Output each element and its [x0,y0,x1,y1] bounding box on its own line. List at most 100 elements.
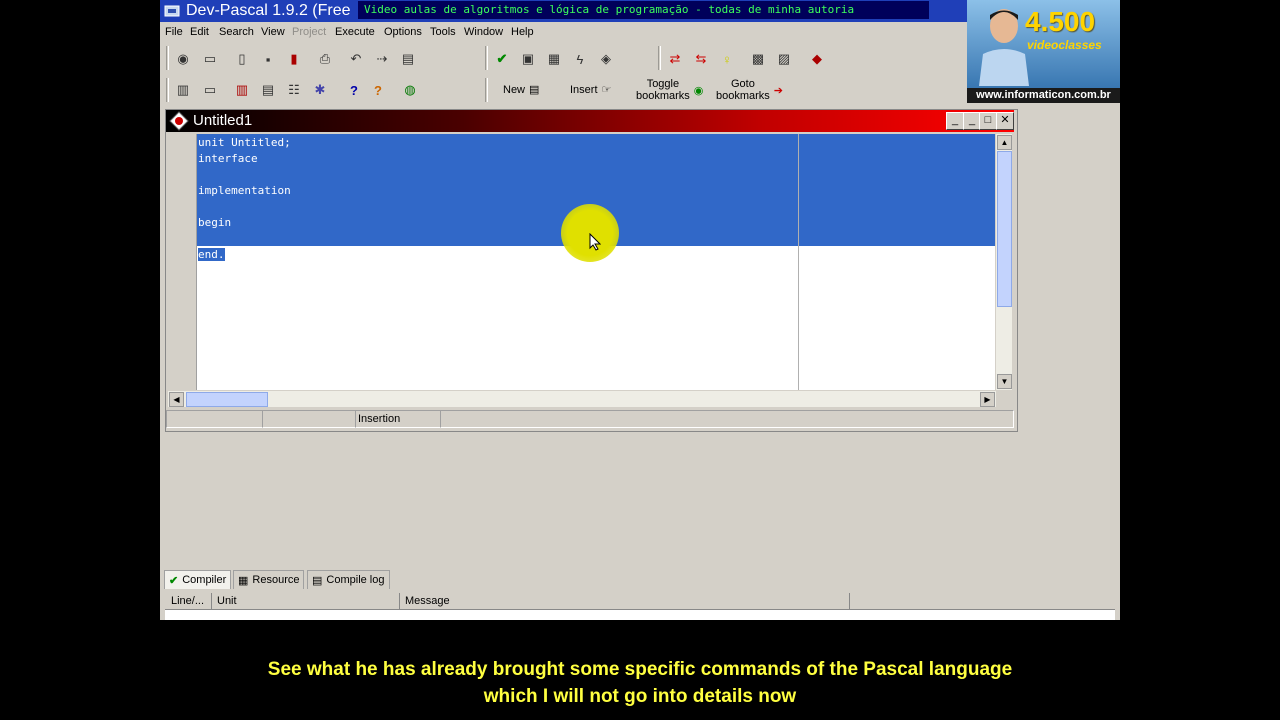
close-button[interactable]: ✕ [996,112,1014,130]
log-icon: ▤ [312,574,323,587]
scroll-up-icon[interactable]: ▲ [997,135,1012,150]
editor-titlebar[interactable] [166,110,1014,132]
column-message[interactable]: Message [400,593,850,609]
tab-resource-label: Resource [252,574,300,586]
vertical-scroll-thumb[interactable] [997,151,1012,307]
insert-button-label: Insert [570,83,598,96]
scroll-left-icon[interactable]: ◀ [169,392,184,407]
insert-button[interactable]: Insert ☞ [570,83,612,97]
tab-resource[interactable]: ▦ Resource [233,570,305,589]
toggle-bookmarks-label-2: bookmarks [636,90,690,102]
maximize-button[interactable]: □ [979,112,997,130]
tab-compile-log[interactable]: ▤ Compile log [307,570,390,589]
rebuild-icon[interactable]: ϟ [569,48,591,70]
scroll-right-icon[interactable]: ▶ [980,392,995,407]
add-to-project-icon[interactable]: ⇄ [664,48,686,70]
help-icon[interactable]: ? [343,79,365,101]
run-window-icon[interactable]: ▣ [517,48,539,70]
tab-compiler[interactable]: ✔ Compiler [164,570,232,589]
minimize-button[interactable]: _ [946,112,964,130]
project-options-icon[interactable]: ▩ [747,48,769,70]
status-position [166,410,263,428]
toolbar-grip [166,78,169,102]
goto-bookmarks-label-2: bookmarks [716,90,770,102]
menu-search[interactable]: Search [219,26,254,38]
about-icon[interactable]: ◍ [399,79,421,101]
new-file-icon[interactable]: ▯ [231,48,253,70]
code-line: implementation [198,184,291,197]
tab-compiler-label: Compiler [182,574,227,586]
subtitle-line-1: See what he has already brought some spe… [267,659,1013,680]
monitor-icon[interactable]: ▭ [199,79,221,101]
menu-edit[interactable]: Edit [190,26,209,38]
menu-project[interactable]: Project [292,26,326,38]
tools-icon[interactable]: ◆ [806,48,828,70]
right-margin-line [798,134,799,390]
status-mode: Insertion [355,410,441,428]
dev-pascal-icon [163,3,181,19]
compile-run-icon[interactable]: ▦ [543,48,565,70]
subtitle-line-2: which I will not go into details now [483,686,797,707]
toggle-bookmarks-label-1: Toggle [646,78,680,90]
toolbar-grip [166,46,169,70]
menu-tools[interactable]: Tools [430,26,456,38]
lightbulb-icon[interactable]: ♀ [716,48,738,70]
bug-icon[interactable]: ✱ [309,79,331,101]
toggle-bookmarks-button[interactable]: Toggle bookmarks ◉ [636,78,703,102]
column-unit[interactable]: Unit [212,593,400,609]
status-modified [262,410,356,428]
hand-pointer-icon: ☞ [601,84,612,96]
promo-url: www.informaticon.com.br [967,88,1120,103]
arrow-right-icon: ➔ [773,84,784,97]
promo-badge: 4.500 videoclasses www.informaticon.com.… [967,0,1120,103]
toolbar-separator [658,46,661,70]
column-line[interactable]: Line/... [166,593,212,609]
new-file-icon: ▤ [529,84,540,96]
menu-execute[interactable]: Execute [335,26,375,38]
menu-window[interactable]: Window [464,26,503,38]
new-button-label: New [503,83,526,96]
context-help-icon[interactable]: ? [367,79,389,101]
toolbar-separator [485,46,488,70]
report-icon[interactable]: ▤ [257,79,279,101]
menu-options[interactable]: Options [384,26,422,38]
print-icon[interactable]: ⎙ [314,48,336,70]
horizontal-scroll-thumb[interactable] [186,392,268,407]
check-icon: ✔ [169,574,179,587]
app-title: Dev-Pascal 1.9.2 (Free [186,2,351,19]
vertical-scrollbar[interactable]: ▲ ▼ [996,134,1012,390]
find-icon[interactable]: ▤ [397,48,419,70]
menubar: File Edit Search View Project Execute Op… [160,22,1120,42]
debug-icon[interactable]: ◈ [595,48,617,70]
new-button[interactable]: New ▤ [503,83,540,97]
undo-icon[interactable]: ↶ [345,48,367,70]
class-browser-icon[interactable]: ▥ [172,79,194,101]
compile-check-icon[interactable]: ✔ [491,48,513,70]
horizontal-scrollbar[interactable]: ◀ ▶ [168,391,996,407]
status-message [440,410,1014,428]
compiler-options-icon[interactable]: ▨ [773,48,795,70]
tree-icon[interactable]: ☷ [283,79,305,101]
open-folder-icon[interactable]: ▭ [199,48,221,70]
tab-compile-log-label: Compile log [326,574,385,586]
redo-icon[interactable]: ⇢ [371,48,393,70]
compiler-grid[interactable] [165,610,1115,620]
resource-icon: ▦ [238,574,249,587]
remove-from-project-icon[interactable]: ⇆ [690,48,712,70]
close-file-icon[interactable]: ▮ [283,48,305,70]
code-line: unit Untitled; [198,136,291,149]
code-line: begin [198,216,232,229]
menu-file[interactable]: File [165,26,183,38]
scroll-down-icon[interactable]: ▼ [997,374,1012,389]
mouse-cursor-icon [589,232,602,256]
goto-bookmarks-button[interactable]: Goto bookmarks ➔ [716,78,783,102]
books-icon[interactable]: ▥ [231,79,253,101]
menu-help[interactable]: Help [511,26,534,38]
menu-view[interactable]: View [261,26,285,38]
project-icon[interactable]: ◉ [172,48,194,70]
code-line: interface [198,152,258,165]
save-icon[interactable]: ▪ [257,48,279,70]
toolbar-separator [485,78,488,102]
video-subtitle: See what he has already brought some spe… [0,656,1280,710]
goto-bookmarks-label-1: Goto [730,78,755,90]
